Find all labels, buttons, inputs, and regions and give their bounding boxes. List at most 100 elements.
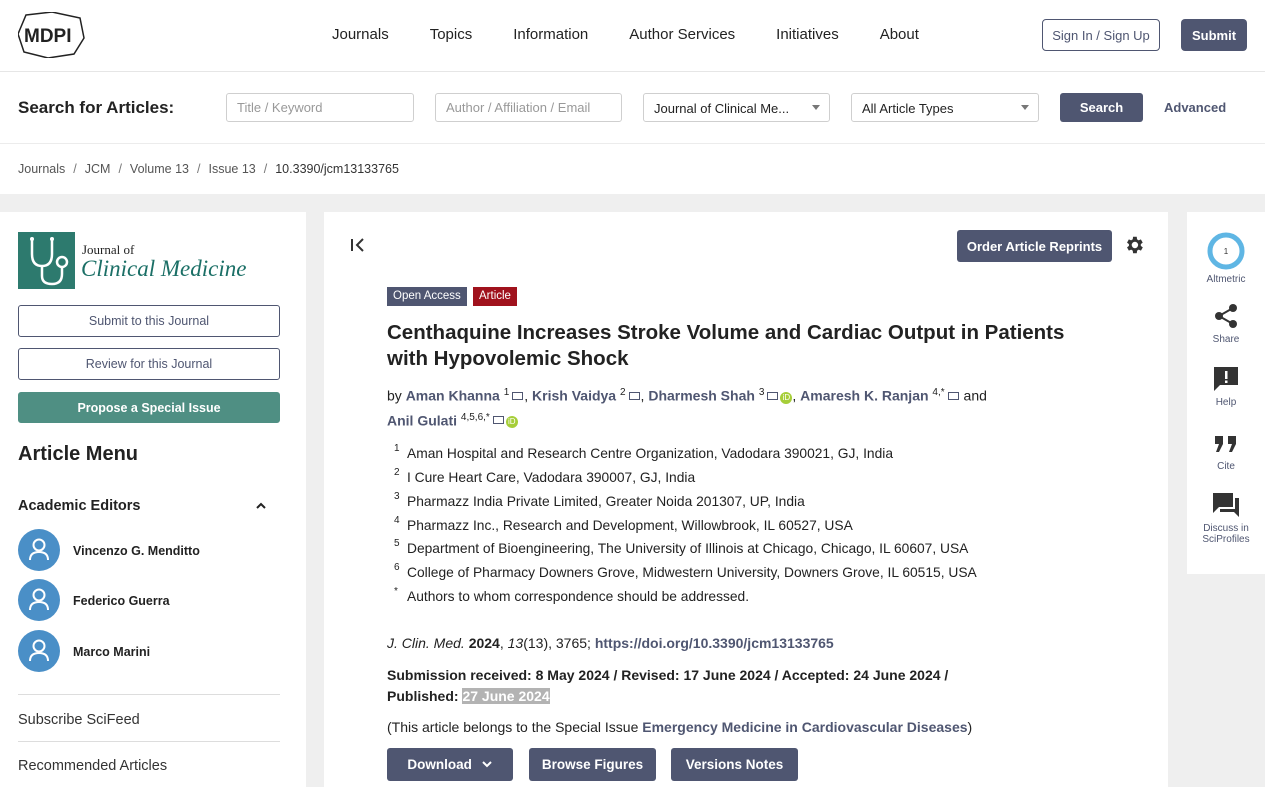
email-icon[interactable] <box>767 391 779 400</box>
author-name[interactable]: Aman Khanna <box>406 388 500 404</box>
editor-item[interactable]: Federico Guerra <box>18 579 280 623</box>
chevron-up-icon[interactable] <box>256 501 266 511</box>
discuss-item[interactable]: Discuss in SciProfiles <box>1187 491 1265 545</box>
affiliation-number: 6 <box>394 562 400 573</box>
gear-icon[interactable] <box>1123 234 1145 256</box>
cite-year: 2024 <box>468 635 500 651</box>
article-menu-heading: Article Menu <box>18 443 139 465</box>
avatar-user-icon <box>18 630 60 672</box>
orcid-icon[interactable]: iD <box>505 416 518 429</box>
by-label: by <box>387 387 402 404</box>
author-affiliation-input[interactable] <box>435 93 622 122</box>
search-bar: Search for Articles: Journal of Clinical… <box>0 72 1265 144</box>
affiliation-text: Pharmazz India Private Limited, Greater … <box>407 494 805 509</box>
nav-topics[interactable]: Topics <box>430 26 473 43</box>
author-affiliation-sup: 4,5,6,* <box>460 411 490 423</box>
author-name[interactable]: Amaresh K. Ranjan <box>800 388 928 404</box>
dates-line: Submission received: 8 May 2024 / Revise… <box>387 667 949 683</box>
email-icon[interactable] <box>628 391 640 400</box>
nav-information[interactable]: Information <box>513 26 588 43</box>
nav-author-services[interactable]: Author Services <box>629 26 735 43</box>
and-label: and <box>963 387 987 404</box>
cite-journal: J. Clin. Med. <box>387 635 465 651</box>
propose-special-issue-button[interactable]: Propose a Special Issue <box>18 392 280 423</box>
submit-to-journal-button[interactable]: Submit to this Journal <box>18 305 280 337</box>
breadcrumb-volume[interactable]: Volume 13 <box>130 162 189 176</box>
breadcrumb-jcm[interactable]: JCM <box>85 162 111 176</box>
altmetric-label: Altmetric <box>1206 274 1246 285</box>
cite-item[interactable]: Cite <box>1187 431 1265 472</box>
chevron-down-icon <box>812 105 820 110</box>
nav-initiatives[interactable]: Initiatives <box>776 26 839 43</box>
share-item[interactable]: Share <box>1187 302 1265 345</box>
advanced-search-link[interactable]: Advanced <box>1164 100 1226 115</box>
doi-link[interactable]: https://doi.org/10.3390/jcm13133765 <box>595 635 834 651</box>
avatar-user-icon <box>18 529 60 571</box>
cite-volume: 13 <box>507 635 524 651</box>
breadcrumb-separator: / <box>197 162 201 176</box>
breadcrumb-separator: / <box>118 162 122 176</box>
article-type-value: All Article Types <box>862 101 954 116</box>
altmetric-donut-icon: 1 <box>1207 232 1245 270</box>
search-button[interactable]: Search <box>1060 93 1143 122</box>
editor-item[interactable]: Marco Marini <box>18 630 280 674</box>
author-affiliation-sup: 1 <box>503 387 510 398</box>
review-for-journal-button[interactable]: Review for this Journal <box>18 348 280 380</box>
download-button[interactable]: Download <box>387 748 513 781</box>
discuss-label-line1: Discuss in <box>1203 523 1249 534</box>
title-keyword-input[interactable] <box>226 93 414 122</box>
subscribe-scifeed-link[interactable]: Subscribe SciFeed <box>18 712 140 728</box>
affiliation-text: College of Pharmacy Downers Grove, Midwe… <box>407 565 977 580</box>
email-icon[interactable] <box>492 416 504 425</box>
affiliation-number: 1 <box>394 443 400 454</box>
nav-about[interactable]: About <box>880 26 919 43</box>
help-label: Help <box>1215 397 1237 408</box>
special-issue-link[interactable]: Emergency Medicine in Cardiovascular Dis… <box>642 719 967 735</box>
email-icon[interactable] <box>512 391 524 400</box>
top-navigation: MDPI Journals Topics Information Author … <box>0 0 1265 72</box>
order-reprints-button[interactable]: Order Article Reprints <box>957 230 1112 262</box>
email-icon[interactable] <box>947 391 959 400</box>
academic-editors-heading[interactable]: Academic Editors <box>18 498 141 514</box>
chevron-down-icon <box>481 761 492 768</box>
journal-select[interactable]: Journal of Clinical Me... <box>643 93 830 122</box>
author-affiliation-sup: 3 <box>758 387 765 398</box>
sign-in-button[interactable]: Sign In / Sign Up <box>1042 19 1160 51</box>
recommended-articles-link[interactable]: Recommended Articles <box>18 758 167 774</box>
author-name[interactable]: Dharmesh Shah <box>648 388 755 404</box>
help-item[interactable]: Help <box>1187 365 1265 408</box>
editor-item[interactable]: Vincenzo G. Menditto <box>18 529 280 573</box>
affiliation-text: I Cure Heart Care, Vadodara 390007, GJ, … <box>407 470 696 485</box>
article-type-select[interactable]: All Article Types <box>851 93 1039 122</box>
editor-name: Marco Marini <box>73 645 151 659</box>
chevron-down-icon <box>1021 105 1029 110</box>
journal-logo[interactable]: Journal of Clinical Medicine <box>18 232 258 290</box>
breadcrumb-issue[interactable]: Issue 13 <box>208 162 255 176</box>
special-issue-prefix: (This article belongs to the Special Iss… <box>387 719 639 735</box>
nav-journals[interactable]: Journals <box>332 26 389 43</box>
author-name[interactable]: Krish Vaidya <box>532 388 616 404</box>
affiliation-text: Authors to whom correspondence should be… <box>407 589 750 604</box>
breadcrumb-separator: / <box>263 162 268 176</box>
affiliation-number: * <box>394 586 398 597</box>
article-type-badge: Article <box>473 287 517 306</box>
divider <box>18 694 280 695</box>
breadcrumb-separator: / <box>73 162 77 176</box>
avatar-user-icon <box>18 579 60 621</box>
author-affiliation-sup: 2 <box>619 387 626 398</box>
search-label: Search for Articles: <box>18 98 175 117</box>
special-issue-note: (This article belongs to the Special Iss… <box>387 719 972 735</box>
submit-button[interactable]: Submit <box>1181 19 1247 51</box>
quote-icon <box>1215 436 1236 452</box>
author-name[interactable]: Anil Gulati <box>387 412 457 428</box>
altmetric-item[interactable]: 1 Altmetric <box>1187 232 1265 285</box>
breadcrumb-journals[interactable]: Journals <box>18 162 65 176</box>
affiliation-text: Department of Bioengineering, The Univer… <box>407 541 969 556</box>
browse-figures-button[interactable]: Browse Figures <box>529 748 656 781</box>
collapse-sidebar-icon[interactable] <box>349 237 367 253</box>
stethoscope-icon <box>18 232 75 289</box>
versions-notes-button[interactable]: Versions Notes <box>671 748 798 781</box>
mdpi-logo[interactable]: MDPI <box>18 12 86 58</box>
right-tool-rail: 1 Altmetric Share Help Cite Discuss in S… <box>1187 212 1265 574</box>
orcid-icon[interactable]: iD <box>780 391 793 404</box>
